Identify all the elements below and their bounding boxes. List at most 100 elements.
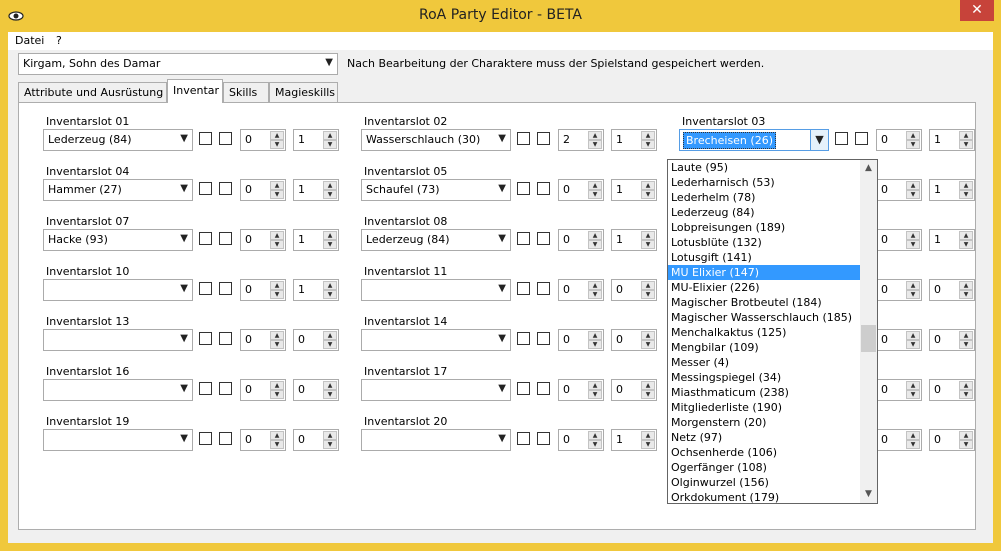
dropdown-option[interactable]: Netz (97)	[668, 430, 860, 445]
spin-up-icon[interactable]: ▲	[323, 131, 337, 140]
dropdown-option[interactable]: Lotusgift (141)	[668, 250, 860, 265]
spin-down-icon[interactable]: ▼	[906, 440, 920, 449]
spin-up-icon[interactable]: ▲	[588, 231, 602, 240]
spin-up-icon[interactable]: ▲	[270, 331, 284, 340]
slot-checkbox-1[interactable]	[199, 232, 212, 245]
slot-count-b-spinner[interactable]: 1 ▲ ▼	[611, 129, 657, 151]
item-select[interactable]: Lederzeug (84) ▼	[43, 129, 193, 151]
dropdown-option[interactable]: Orkdokument (179)	[668, 490, 860, 503]
spin-down-icon[interactable]: ▼	[323, 190, 337, 199]
spin-down-icon[interactable]: ▼	[588, 290, 602, 299]
spin-down-icon[interactable]: ▼	[323, 340, 337, 349]
spin-up-icon[interactable]: ▲	[270, 231, 284, 240]
slot-count-a-spinner[interactable]: 0 ▲ ▼	[240, 429, 286, 451]
spin-down-icon[interactable]: ▼	[323, 140, 337, 149]
slot-count-b-spinner[interactable]: 0 ▲ ▼	[293, 429, 339, 451]
spin-up-icon[interactable]: ▲	[959, 131, 973, 140]
slot-count-a-spinner[interactable]: 0 ▲ ▼	[558, 429, 604, 451]
slot-checkbox-1[interactable]	[199, 432, 212, 445]
slot-count-a-spinner[interactable]: 0 ▲ ▼	[876, 179, 922, 201]
spin-up-icon[interactable]: ▲	[323, 331, 337, 340]
spin-down-icon[interactable]: ▼	[641, 140, 655, 149]
slot-count-b-spinner[interactable]: 0 ▲ ▼	[293, 329, 339, 351]
spin-down-icon[interactable]: ▼	[270, 440, 284, 449]
dropdown-option[interactable]: Lotusblüte (132)	[668, 235, 860, 250]
slot-count-a-spinner[interactable]: 0 ▲ ▼	[240, 229, 286, 251]
menu-help[interactable]: ?	[56, 34, 62, 47]
spin-down-icon[interactable]: ▼	[588, 390, 602, 399]
slot-count-b-spinner[interactable]: 0 ▲ ▼	[611, 279, 657, 301]
slot-checkbox-2[interactable]	[219, 332, 232, 345]
slot-count-a-spinner[interactable]: 0 ▲ ▼	[558, 229, 604, 251]
slot-count-b-spinner[interactable]: 1 ▲ ▼	[293, 129, 339, 151]
slot-checkbox-1[interactable]	[199, 332, 212, 345]
slot-checkbox-2[interactable]	[537, 182, 550, 195]
slot-checkbox-1[interactable]	[199, 382, 212, 395]
spin-up-icon[interactable]: ▲	[641, 431, 655, 440]
dropdown-option[interactable]: Ogerfänger (108)	[668, 460, 860, 475]
spin-up-icon[interactable]: ▲	[588, 331, 602, 340]
dropdown-option[interactable]: Magischer Brotbeutel (184)	[668, 295, 860, 310]
item-select[interactable]: ▼	[361, 379, 511, 401]
item-select[interactable]: ▼	[43, 429, 193, 451]
dropdown-option[interactable]: Lederzeug (84)	[668, 205, 860, 220]
spin-up-icon[interactable]: ▲	[906, 381, 920, 390]
item-select[interactable]: Brecheisen (26) ▼	[679, 129, 829, 151]
slot-count-a-spinner[interactable]: 0 ▲ ▼	[558, 179, 604, 201]
spin-up-icon[interactable]: ▲	[270, 281, 284, 290]
spin-up-icon[interactable]: ▲	[270, 431, 284, 440]
spin-up-icon[interactable]: ▲	[906, 431, 920, 440]
spin-down-icon[interactable]: ▼	[906, 340, 920, 349]
item-select[interactable]: Lederzeug (84) ▼	[361, 229, 511, 251]
spin-down-icon[interactable]: ▼	[270, 390, 284, 399]
close-button[interactable]: ✕	[960, 0, 994, 21]
slot-count-b-spinner[interactable]: 1 ▲ ▼	[611, 429, 657, 451]
dropdown-option[interactable]: Mengbilar (109)	[668, 340, 860, 355]
item-select[interactable]: Hacke (93) ▼	[43, 229, 193, 251]
slot-checkbox-1[interactable]	[199, 282, 212, 295]
slot-checkbox-1[interactable]	[517, 382, 530, 395]
spin-down-icon[interactable]: ▼	[270, 190, 284, 199]
slot-count-b-spinner[interactable]: 0 ▲ ▼	[929, 279, 975, 301]
tab-inventar[interactable]: Inventar	[167, 79, 223, 103]
spin-down-icon[interactable]: ▼	[906, 190, 920, 199]
spin-up-icon[interactable]: ▲	[323, 231, 337, 240]
slot-count-b-spinner[interactable]: 1 ▲ ▼	[611, 179, 657, 201]
item-dropdown-list[interactable]: ▲ ▼ Laute (95) Lederharnisch (53) Lederhel…	[667, 159, 878, 504]
spin-down-icon[interactable]: ▼	[959, 240, 973, 249]
item-select[interactable]: ▼	[361, 329, 511, 351]
spin-down-icon[interactable]: ▼	[959, 140, 973, 149]
slot-count-b-spinner[interactable]: 0 ▲ ▼	[611, 379, 657, 401]
dropdown-option[interactable]: Ochsenherde (106)	[668, 445, 860, 460]
item-select[interactable]: ▼	[361, 279, 511, 301]
item-select[interactable]: ▼	[361, 429, 511, 451]
slot-count-a-spinner[interactable]: 0 ▲ ▼	[876, 129, 922, 151]
spin-up-icon[interactable]: ▲	[641, 281, 655, 290]
spin-down-icon[interactable]: ▼	[906, 140, 920, 149]
dropdown-option[interactable]: Messingspiegel (34)	[668, 370, 860, 385]
chevron-down-icon[interactable]: ▼	[810, 130, 828, 150]
slot-count-a-spinner[interactable]: 0 ▲ ▼	[240, 379, 286, 401]
menu-datei[interactable]: Datei	[15, 34, 44, 47]
spin-up-icon[interactable]: ▲	[959, 381, 973, 390]
spin-up-icon[interactable]: ▲	[959, 281, 973, 290]
slot-count-a-spinner[interactable]: 2 ▲ ▼	[558, 129, 604, 151]
slot-count-b-spinner[interactable]: 0 ▲ ▼	[929, 329, 975, 351]
tab-attribute[interactable]: Attribute und Ausrüstung	[18, 82, 167, 102]
slot-count-a-spinner[interactable]: 0 ▲ ▼	[876, 279, 922, 301]
spin-down-icon[interactable]: ▼	[906, 240, 920, 249]
slot-checkbox-1[interactable]	[517, 332, 530, 345]
item-select[interactable]: Hammer (27) ▼	[43, 179, 193, 201]
spin-down-icon[interactable]: ▼	[588, 340, 602, 349]
slot-checkbox-1[interactable]	[517, 132, 530, 145]
spin-up-icon[interactable]: ▲	[641, 381, 655, 390]
slot-checkbox-2[interactable]	[219, 282, 232, 295]
slot-count-a-spinner[interactable]: 0 ▲ ▼	[558, 279, 604, 301]
dropdown-option[interactable]: Lederharnisch (53)	[668, 175, 860, 190]
spin-up-icon[interactable]: ▲	[906, 131, 920, 140]
slot-count-a-spinner[interactable]: 0 ▲ ▼	[558, 379, 604, 401]
spin-down-icon[interactable]: ▼	[270, 240, 284, 249]
slot-count-b-spinner[interactable]: 1 ▲ ▼	[293, 279, 339, 301]
slot-checkbox-2[interactable]	[855, 132, 868, 145]
dropdown-option[interactable]: MU-Elixier (226)	[668, 280, 860, 295]
